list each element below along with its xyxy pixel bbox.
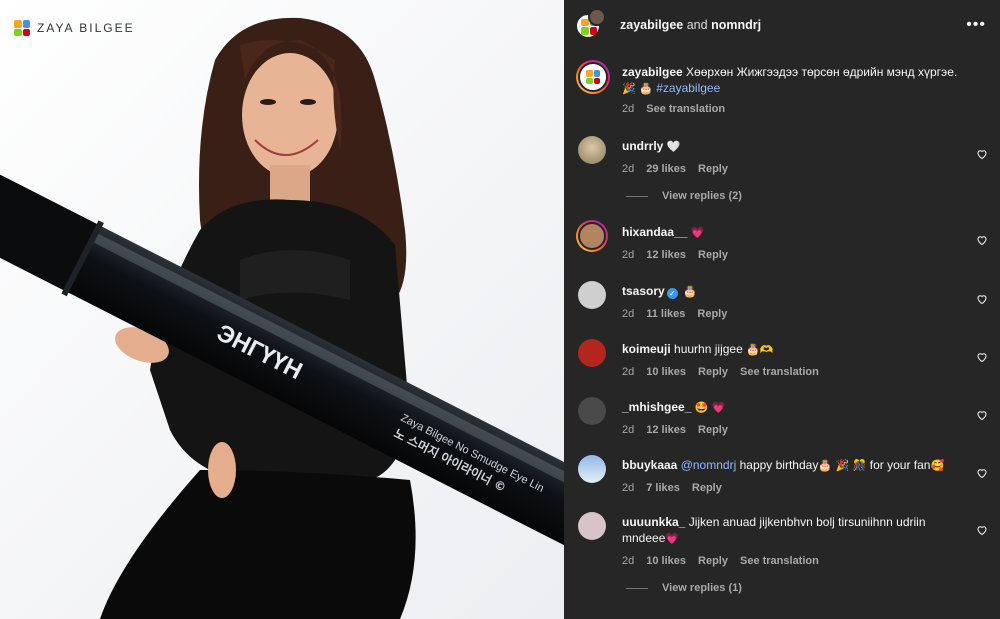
avatar-nomndrj[interactable] <box>588 7 606 26</box>
comment-item: koimeuji huurhn jijgee 🎂🫶 2d 10 likes Repl… <box>578 339 990 378</box>
comment-likes[interactable]: 10 likes <box>646 555 686 567</box>
comment-item: undrrly 🤍 2d 29 likes Reply <box>578 136 990 175</box>
comment-username[interactable]: undrrly <box>622 139 663 153</box>
like-heart-icon[interactable] <box>976 409 988 421</box>
comment-avatar[interactable] <box>578 339 606 367</box>
comment-emoji: 🎂 🎉 🎊 <box>818 459 867 472</box>
comment-time[interactable]: 2d <box>622 163 634 175</box>
comment-reply-button[interactable]: Reply <box>698 366 728 378</box>
comment-item: uuuunkka_ Jijken anuad jijkenbhvn bolj t… <box>578 512 990 567</box>
caption-meta: 2d See translation <box>622 103 962 115</box>
comment-emoji: 🎂 <box>683 285 697 298</box>
comment-avatar[interactable] <box>578 455 606 483</box>
comment-item: hixandaa__ 💗 2d 12 likes Reply <box>576 220 990 261</box>
face <box>242 53 338 177</box>
header-username-2[interactable]: nomndrj <box>711 18 761 32</box>
like-heart-icon[interactable] <box>976 148 988 160</box>
like-heart-icon[interactable] <box>976 293 988 305</box>
comment-likes[interactable]: 7 likes <box>646 482 680 494</box>
like-heart-icon[interactable] <box>976 467 988 479</box>
comment-mention[interactable]: @nomndrj <box>681 458 737 472</box>
comment-reply-button[interactable]: Reply <box>698 424 728 436</box>
comment-likes[interactable]: 29 likes <box>646 163 686 175</box>
comment-time[interactable]: 2d <box>622 249 634 261</box>
comment-time[interactable]: 2d <box>622 308 634 320</box>
comment-emoji-2: 🥰 <box>930 459 945 472</box>
header-username-1[interactable]: zayabilgee <box>620 18 683 32</box>
comment-emoji: 🤩 💗 <box>694 401 726 414</box>
caption-body: Хөөрхөн Жижгээдээ төрсөн өдрийн мэнд хүр… <box>686 65 958 79</box>
view-replies-label[interactable]: View replies (2) <box>662 190 742 202</box>
comment-time[interactable]: 2d <box>622 424 634 436</box>
comment-emoji: 🤍 <box>666 140 681 153</box>
like-heart-icon[interactable] <box>976 234 988 246</box>
comment-reply-button[interactable]: Reply <box>698 555 728 567</box>
collab-usernames[interactable]: zayabilgee and nomndrj <box>620 18 761 32</box>
comment-reply-button[interactable]: Reply <box>698 249 728 261</box>
comment-avatar[interactable] <box>578 281 606 309</box>
caption-avatar[interactable] <box>576 60 610 94</box>
header-and: and <box>686 17 708 32</box>
comment-item: bbuykaaa @nomndrj happy birthday🎂 🎉 🎊 fo… <box>578 455 990 494</box>
post-media[interactable]: ZAYA BILGEE ЭНГҮҮН Zaya Bilgee No Smudge… <box>0 0 564 619</box>
photo-illustration: ЭНГҮҮН Zaya Bilgee No Smudge Eye Lin 노 스… <box>0 17 564 619</box>
comment-reply-button[interactable]: Reply <box>698 163 728 175</box>
more-options-icon[interactable]: ••• <box>966 16 986 34</box>
caption-emoji: 🎉 🎂 <box>622 82 653 95</box>
leggings <box>100 470 416 619</box>
comment-likes[interactable]: 11 likes <box>646 308 685 320</box>
comment-see-translation[interactable]: See translation <box>740 366 819 378</box>
comment-see-translation[interactable]: See translation <box>740 555 819 567</box>
comment-username[interactable]: hixandaa__ <box>622 225 687 239</box>
view-replies-button[interactable]: View replies (1) <box>626 582 742 594</box>
comment-item: _mhishgee_ 🤩 💗 2d 12 likes Reply <box>578 397 990 436</box>
comment-item: tsasory ✓ 🎂 2d 11 likes Reply <box>578 281 990 320</box>
caption-username[interactable]: zayabilgee <box>622 65 683 79</box>
like-heart-icon[interactable] <box>976 524 988 536</box>
comment-avatar[interactable] <box>576 220 608 252</box>
comment-avatar[interactable] <box>578 397 606 425</box>
caption-time[interactable]: 2d <box>622 103 634 115</box>
caption-see-translation[interactable]: See translation <box>646 103 725 115</box>
comment-username[interactable]: uuuunkka_ <box>622 515 685 529</box>
caption-text: zayabilgee Хөөрхөн Жижгээдээ төрсөн өдри… <box>622 64 962 97</box>
comment-username[interactable]: _mhishgee_ <box>622 400 691 414</box>
comment-likes[interactable]: 12 likes <box>646 249 686 261</box>
comment-likes[interactable]: 10 likes <box>646 366 686 378</box>
comment-username[interactable]: tsasory <box>622 284 665 298</box>
comment-avatar[interactable] <box>578 512 606 540</box>
comment-username[interactable]: bbuykaaa <box>622 458 677 472</box>
comment-text: huurhn jijgee <box>674 342 743 356</box>
verified-badge-icon: ✓ <box>666 288 678 299</box>
view-replies-button[interactable]: View replies (2) <box>626 190 742 202</box>
caption: zayabilgee Хөөрхөн Жижгээдээ төрсөн өдри… <box>576 60 990 115</box>
header-avatars[interactable] <box>576 7 610 42</box>
comment-emoji: 💗 <box>665 532 680 545</box>
comments-panel: zayabilgee and nomndrj ••• zayabilgee Хө… <box>564 0 1000 619</box>
comment-time[interactable]: 2d <box>622 555 634 567</box>
comment-emoji: 💗 <box>690 226 705 239</box>
view-replies-label[interactable]: View replies (1) <box>662 582 742 594</box>
comment-time[interactable]: 2d <box>622 366 634 378</box>
comment-username[interactable]: koimeuji <box>622 342 671 356</box>
post-header: zayabilgee and nomndrj ••• <box>564 0 1000 50</box>
comment-reply-button[interactable]: Reply <box>692 482 722 494</box>
comment-time[interactable]: 2d <box>622 482 634 494</box>
caption-hashtag[interactable]: #zayabilgee <box>656 81 720 95</box>
comment-reply-button[interactable]: Reply <box>697 308 727 320</box>
comment-text: happy birthday <box>739 458 819 472</box>
like-heart-icon[interactable] <box>976 351 988 363</box>
comment-emoji: 🎂🫶 <box>746 343 774 356</box>
comment-text-2: for your fan <box>869 458 931 472</box>
comment-likes[interactable]: 12 likes <box>646 424 686 436</box>
comment-avatar[interactable] <box>578 136 606 164</box>
